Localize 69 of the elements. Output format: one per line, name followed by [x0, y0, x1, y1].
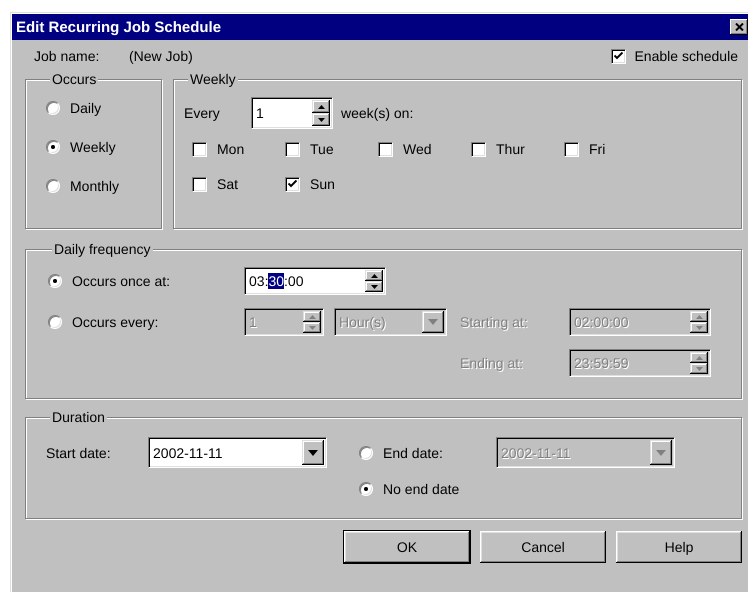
up-arrow-icon: [696, 356, 702, 360]
ending-at-label: Ending at:: [460, 355, 524, 371]
spin-up-button[interactable]: [312, 100, 330, 113]
radio-label: Monthly: [70, 178, 120, 194]
dialog-button[interactable]: Cancel: [480, 531, 606, 563]
radio-label: No end date: [383, 481, 460, 497]
date-dropdown[interactable]: 2002-11-11: [148, 437, 327, 468]
radio-button[interactable]: [46, 101, 60, 115]
checkbox[interactable]: [285, 142, 300, 156]
job-name-label: Job name:: [33, 48, 100, 64]
checkbox[interactable]: [285, 176, 300, 192]
checkbox[interactable]: [192, 142, 207, 156]
checkbox[interactable]: [471, 142, 486, 156]
day-label: Sun: [310, 176, 335, 192]
up-arrow-icon: [308, 314, 316, 318]
day-label: Wed: [403, 141, 432, 157]
week-count-spinbox[interactable]: 1: [251, 97, 333, 129]
check-icon: [288, 180, 297, 188]
down-arrow-icon: [656, 450, 666, 456]
down-arrow-icon: [318, 118, 324, 122]
up-arrow-icon: [370, 274, 378, 278]
radio-button[interactable]: [48, 274, 62, 288]
down-arrow-icon: [696, 366, 702, 370]
down-arrow-icon: [428, 319, 438, 325]
checkbox[interactable]: [378, 142, 393, 156]
up-arrow-icon: [318, 104, 324, 108]
window-title: Edit Recurring Job Schedule: [16, 18, 222, 36]
week-unit-label: week(s) on:: [341, 105, 414, 121]
starting-at-label: Starting at:: [460, 314, 529, 330]
group-title: Duration: [50, 409, 107, 425]
down-arrow-icon: [308, 450, 318, 456]
radio-button[interactable]: [46, 179, 60, 193]
check-icon: [614, 52, 624, 60]
close-icon: [734, 23, 744, 31]
dialog-button[interactable]: Help: [616, 531, 742, 563]
group-title: Occurs: [50, 71, 98, 87]
checkbox[interactable]: [192, 176, 207, 192]
radio-label: End date:: [383, 444, 443, 460]
up-arrow-icon: [696, 314, 702, 318]
spin-down-button[interactable]: [312, 113, 330, 126]
radio-button[interactable]: [48, 315, 62, 329]
start-date-label: Start date:: [46, 444, 112, 460]
checkbox[interactable]: [611, 48, 626, 64]
down-arrow-icon: [370, 284, 378, 288]
group-title: Weekly: [188, 71, 238, 87]
group-title: Daily frequency: [52, 241, 152, 257]
day-label: Fri: [589, 141, 606, 157]
radio-button[interactable]: [359, 482, 373, 496]
down-arrow-icon: [308, 326, 316, 330]
radio-button[interactable]: [46, 140, 60, 154]
close-button[interactable]: [730, 19, 748, 35]
checkbox-label: Enable schedule: [634, 48, 738, 64]
radio-label: Occurs every:: [72, 314, 158, 330]
job-name-value: (New Job): [129, 48, 194, 64]
checkbox[interactable]: [564, 142, 579, 156]
spin-down-button[interactable]: [365, 281, 383, 292]
radio-label: Weekly: [70, 139, 116, 155]
time-spinbox[interactable]: 03:30:00: [244, 267, 386, 295]
every-label: Every: [184, 105, 221, 121]
day-label: Tue: [310, 141, 334, 157]
day-label: Sat: [217, 176, 238, 192]
spin-up-button[interactable]: [365, 270, 383, 281]
day-label: Thur: [496, 141, 525, 157]
dropdown-button[interactable]: [302, 440, 324, 465]
radio-label: Daily: [70, 100, 102, 116]
down-arrow-icon: [696, 326, 702, 330]
radio-label: Occurs once at:: [72, 273, 170, 289]
dialog-button[interactable]: OK: [344, 531, 470, 563]
day-label: Mon: [217, 141, 244, 157]
